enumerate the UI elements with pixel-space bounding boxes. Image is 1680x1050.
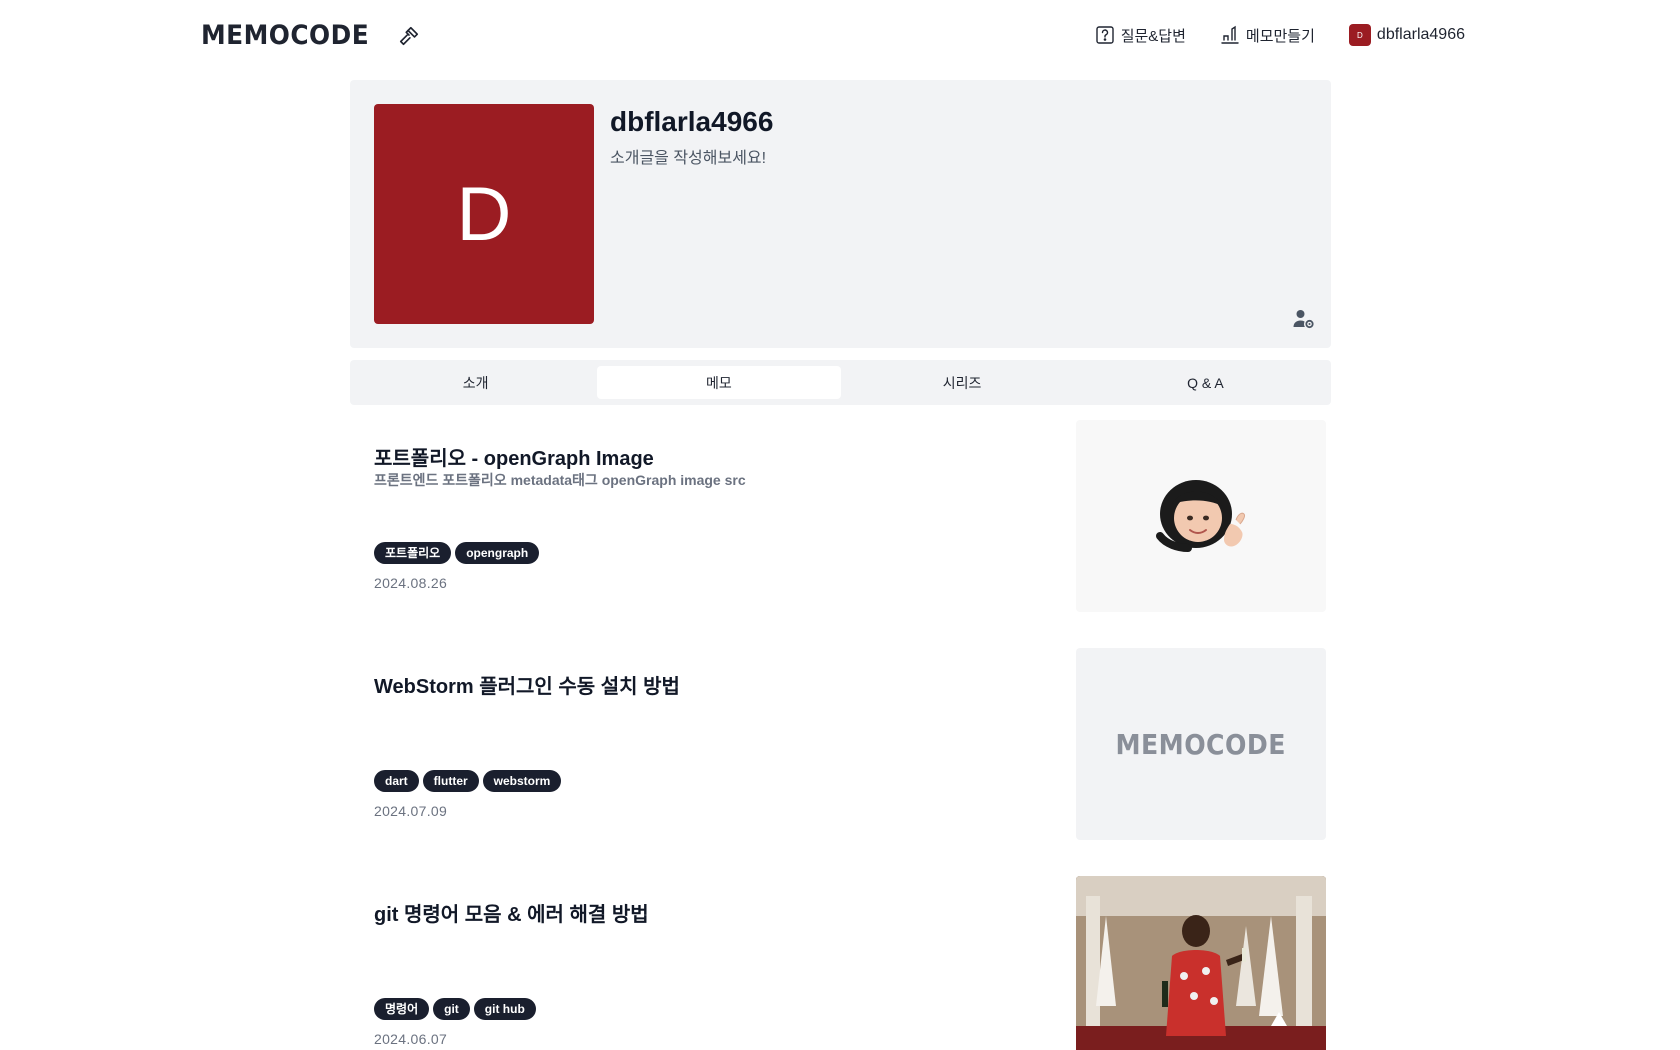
tag[interactable]: git hub: [473, 998, 536, 1020]
memo-thumbnail[interactable]: [1076, 876, 1326, 1050]
nav-qa-link[interactable]: 질문&답변: [1095, 25, 1186, 46]
user-settings-icon[interactable]: [1293, 309, 1315, 334]
memo-date: 2024.06.07: [374, 1031, 448, 1047]
top-header: MEMOCODE 질문&답변 메모만들기 D dbflarla4966: [0, 0, 1680, 74]
tab-memo[interactable]: 메모: [597, 366, 841, 399]
profile-bio: 소개글을 작성해보세요!: [610, 150, 767, 167]
tab-series[interactable]: 시리즈: [841, 366, 1084, 399]
nav-user-menu[interactable]: D dbflarla4966: [1348, 24, 1465, 46]
profile-name: dbflarla4966: [610, 106, 774, 137]
memo-thumbnail[interactable]: MEMOCODE: [1076, 648, 1326, 840]
tag[interactable]: git: [433, 998, 470, 1020]
tab-intro[interactable]: 소개: [354, 366, 597, 399]
memo-thumbnail[interactable]: [1076, 420, 1326, 612]
logo-text[interactable]: MEMOCODE: [201, 20, 369, 51]
memo-tags: 명령어 git git hub: [374, 998, 536, 1020]
tag[interactable]: dart: [374, 770, 419, 792]
memo-title[interactable]: git 명령어 모음 & 에러 해결 방법: [374, 898, 649, 927]
nav-create-memo-link[interactable]: 메모만들기: [1220, 25, 1315, 46]
memo-tags: dart flutter webstorm: [374, 770, 562, 792]
thumbnail-logo-text: MEMOCODE: [1115, 727, 1287, 761]
profile-avatar: D: [374, 104, 594, 324]
memo-date: 2024.08.26: [374, 575, 448, 591]
profile-tabs: 소개 메모 시리즈 Q & A: [350, 360, 1331, 405]
memo-item[interactable]: WebStorm 플러그인 수동 설치 방법 dart flutter webs…: [350, 648, 1331, 843]
tag[interactable]: 포트폴리오: [374, 542, 452, 564]
memoji-image: [1156, 480, 1245, 552]
question-box-icon: [1095, 25, 1115, 45]
write-icon: [1220, 25, 1240, 45]
user-mini-avatar: D: [1348, 24, 1371, 46]
profile-card: D dbflarla4966 소개글을 작성해보세요!: [350, 80, 1331, 348]
celebration-photo: [1076, 876, 1326, 1050]
memo-item[interactable]: 포트폴리오 - openGraph Image 프론트엔드 포트폴리오 meta…: [350, 420, 1331, 615]
memo-title[interactable]: 포트폴리오 - openGraph Image: [374, 442, 654, 471]
tag[interactable]: opengraph: [455, 542, 540, 564]
memo-item[interactable]: git 명령어 모음 & 에러 해결 방법 명령어 git git hub 20…: [350, 876, 1331, 1050]
tag[interactable]: webstorm: [482, 770, 562, 792]
hammer-icon: [398, 25, 420, 47]
site-logo[interactable]: MEMOCODE: [201, 20, 420, 51]
tab-qa[interactable]: Q & A: [1084, 366, 1327, 399]
tag[interactable]: flutter: [422, 770, 479, 792]
memo-description: 프론트엔드 포트폴리오 metadata태그 openGraph image s…: [374, 472, 746, 488]
nav-qa-label: 질문&답변: [1120, 27, 1186, 45]
nav-create-memo-label: 메모만들기: [1245, 27, 1315, 45]
tag[interactable]: 명령어: [374, 998, 430, 1020]
header-nav: 질문&답변 메모만들기 D dbflarla4966: [1095, 24, 1465, 46]
memo-title[interactable]: WebStorm 플러그인 수동 설치 방법: [374, 670, 680, 699]
memo-date: 2024.07.09: [374, 803, 448, 819]
nav-username: dbflarla4966: [1376, 26, 1465, 43]
memo-tags: 포트폴리오 opengraph: [374, 542, 540, 564]
